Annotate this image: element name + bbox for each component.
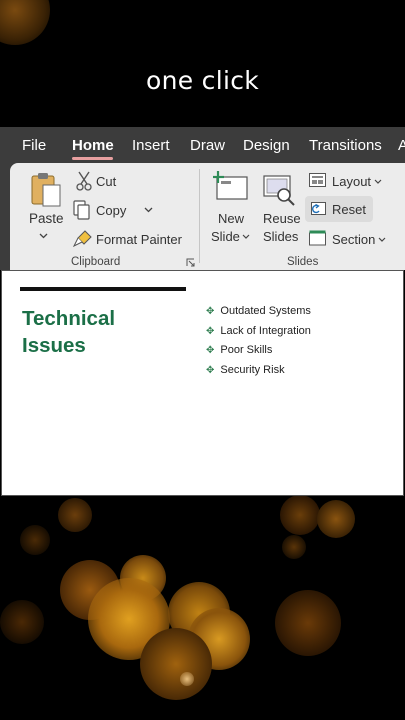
bokeh-light [180,672,194,686]
tab-animations-partial[interactable]: A [398,137,405,154]
bokeh-light [168,582,230,644]
group-separator [199,169,200,263]
tab-design[interactable]: Design [243,137,290,154]
new-slide-icon [213,171,248,200]
reuse-slides-icon [263,175,295,206]
reset-icon [311,202,326,215]
bullet-marker-icon: ✥ [206,345,215,356]
tab-file[interactable]: File [22,137,46,154]
slide-title-line2: Issues [22,334,86,357]
reuse-slides-label-line1: Reuse [263,211,301,226]
slides-group-label: Slides [287,256,319,268]
bokeh-light [275,590,341,656]
copy-icon [73,200,90,220]
layout-label: Layout [332,174,372,189]
ribbon-tab-bar: File Home Insert Draw Design Transitions… [0,127,405,163]
bokeh-light [0,600,44,644]
slide-title[interactable]: Technical Issues [22,305,172,359]
bokeh-light [282,535,306,559]
bokeh-light [280,495,320,535]
bokeh-light [188,608,250,670]
bokeh-light [120,555,166,601]
copy-label: Copy [96,203,127,218]
video-caption: one click [145,66,260,95]
tab-home[interactable]: Home [72,137,114,154]
bullet-item[interactable]: ✥ Lack of Integration [206,325,311,337]
bullet-marker-icon: ✥ [206,306,215,317]
bokeh-light [317,500,355,538]
bullet-marker-icon: ✥ [206,365,215,376]
chevron-down-icon [144,207,153,213]
chevron-down-icon [242,234,250,239]
tab-transitions[interactable]: Transitions [309,137,382,154]
dialog-launcher-icon[interactable] [186,258,195,267]
bullet-item[interactable]: ✥ Poor Skills [206,344,272,356]
new-slide-label-line2: Slide [211,229,240,244]
bokeh-light [58,498,92,532]
layout-icon [309,173,326,187]
bullet-marker-icon: ✥ [206,326,215,337]
ribbon: Paste Cut Copy Format Painter Clipboard … [0,163,405,270]
paste-label: Paste [29,211,64,226]
bokeh-light [88,578,170,660]
chevron-down-icon [39,233,48,239]
reuse-slides-label-line2: Slides [263,229,299,244]
format-painter-label: Format Painter [96,232,182,247]
section-label: Section [332,232,376,247]
ribbon-panel: Paste Cut Copy Format Painter Clipboard … [10,163,405,270]
new-slide-label-line1: New [218,211,245,226]
tab-insert[interactable]: Insert [132,137,170,154]
tab-draw[interactable]: Draw [190,137,225,154]
clipboard-group-label: Clipboard [71,256,121,268]
slide-title-line1: Technical [22,307,116,330]
bokeh-light [60,560,120,620]
bokeh-light [20,525,50,555]
paintbrush-icon [73,230,92,247]
active-tab-indicator [72,157,113,160]
bokeh-light [0,0,50,45]
reset-label: Reset [332,202,366,217]
section-icon [309,230,326,246]
bullet-item[interactable]: ✥ Outdated Systems [206,305,311,317]
chevron-down-icon [374,179,382,184]
slide-canvas[interactable]: Technical Issues ✥ Outdated Systems ✥ Lack… [1,270,404,496]
cut-label: Cut [96,174,117,189]
reset-button[interactable]: Reset [305,196,373,222]
bokeh-light [140,628,212,700]
slide-title-bar [20,287,186,291]
bullet-item[interactable]: ✥ Security Risk [206,364,285,376]
paste-icon [31,173,61,207]
chevron-down-icon [378,237,386,242]
scissors-icon [76,171,92,191]
